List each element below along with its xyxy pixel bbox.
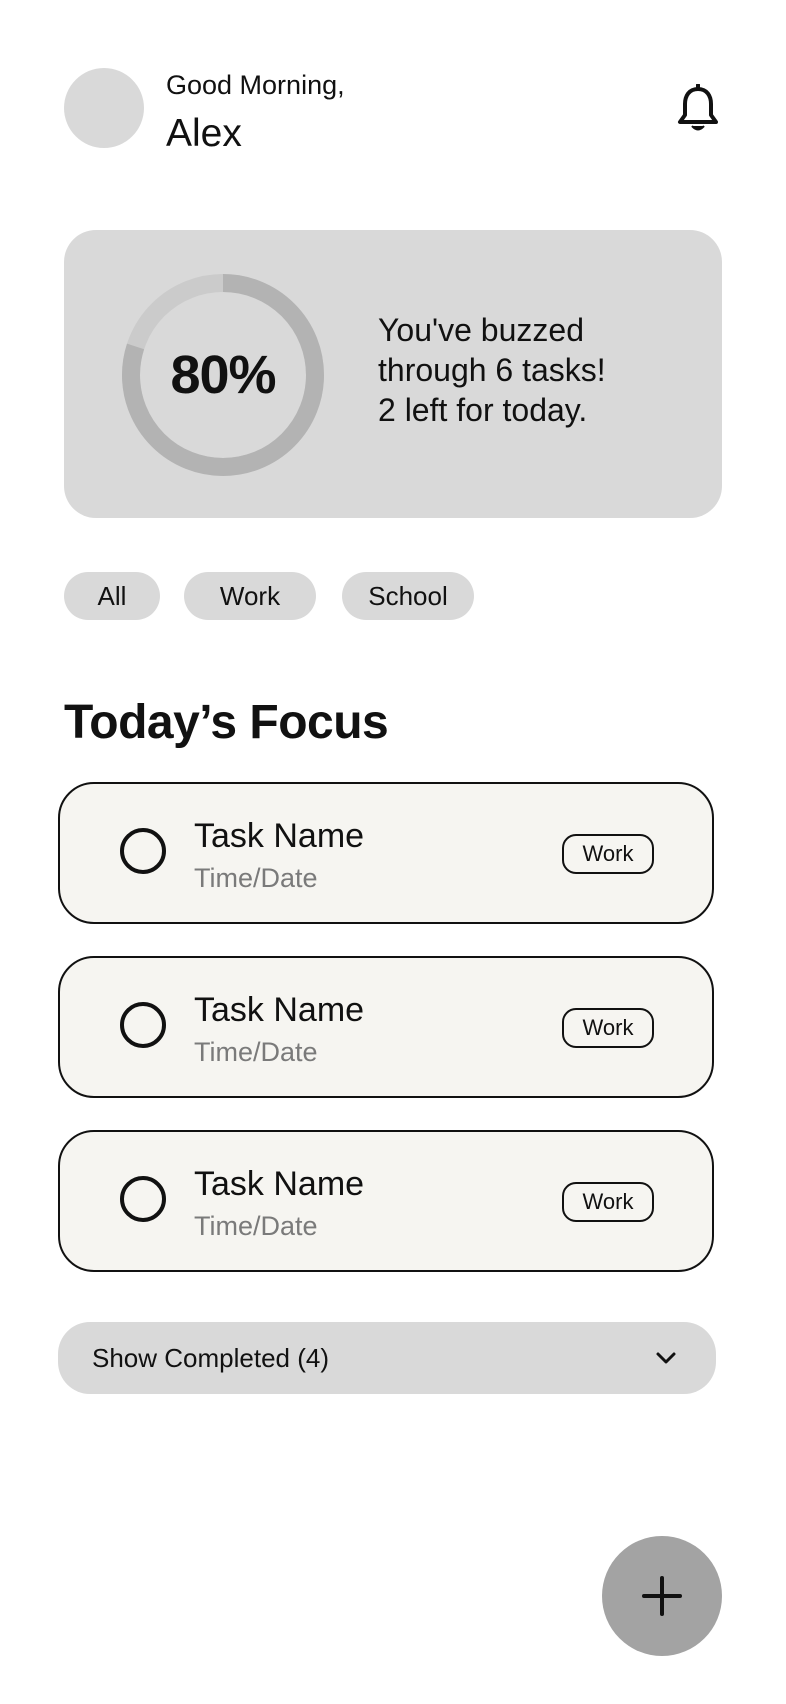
task-card[interactable]: Task Name Time/Date Work [58,956,714,1098]
task-time: Time/Date [194,1211,318,1241]
filter-chip-work[interactable]: Work [184,572,316,620]
task-time: Time/Date [194,863,318,893]
progress-message-line: 2 left for today. [378,392,588,428]
plus-icon [642,1576,682,1616]
greeting-text: Good Morning, [166,70,345,100]
task-checkbox[interactable] [120,1176,166,1222]
chevron-down-icon [656,1352,676,1364]
task-checkbox[interactable] [120,828,166,874]
notification-bell-icon[interactable] [676,83,720,134]
filter-chip-school[interactable]: School [342,572,474,620]
task-tag: Work [562,1182,654,1222]
task-card[interactable]: Task Name Time/Date Work [58,1130,714,1272]
task-checkbox[interactable] [120,1002,166,1048]
task-time: Time/Date [194,1037,318,1067]
show-completed-button[interactable]: Show Completed (4) [58,1322,716,1394]
avatar[interactable] [64,68,144,148]
show-completed-label: Show Completed (4) [92,1343,329,1373]
user-name: Alex [166,112,242,155]
add-task-button[interactable] [602,1536,722,1656]
task-tag: Work [562,1008,654,1048]
bell-icon [678,83,718,131]
task-tag: Work [562,834,654,874]
progress-card: 80% You've buzzed through 6 tasks! 2 lef… [64,230,722,518]
progress-percent: 80% [170,345,276,405]
task-name: Task Name [194,991,365,1029]
section-title: Today’s Focus [64,696,389,749]
task-name: Task Name [194,817,365,855]
progress-message-line: You've buzzed [378,312,584,348]
task-card[interactable]: Task Name Time/Date Work [58,782,714,924]
task-name: Task Name [194,1165,365,1203]
filter-chip-all[interactable]: All [64,572,160,620]
progress-message: You've buzzed through 6 tasks! 2 left fo… [378,310,698,430]
progress-message-line: through 6 tasks! [378,352,606,388]
